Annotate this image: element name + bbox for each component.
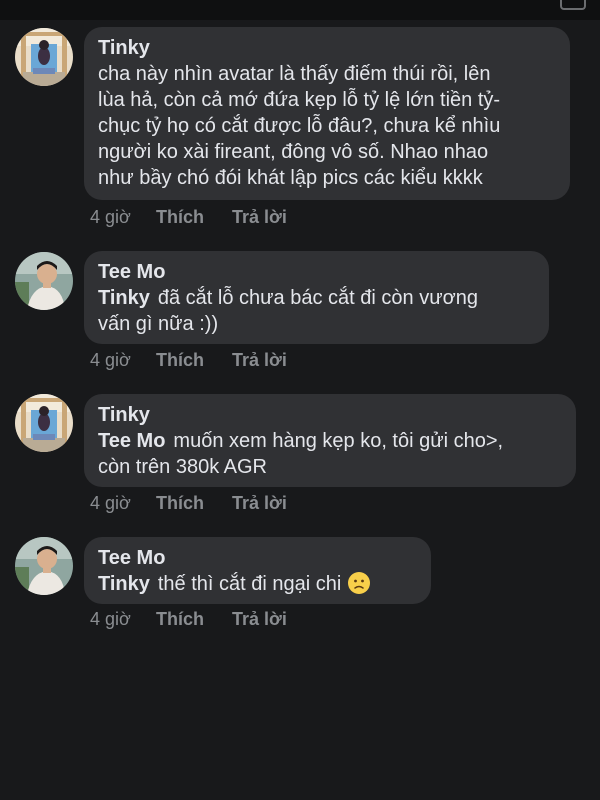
corner-icon — [560, 0, 586, 10]
top-edge — [0, 0, 600, 20]
comment-actions: 4 giờ Thích Trả lời — [90, 206, 287, 228]
comment-line: lùa hả, còn cả mớ đứa kẹp lỗ tỷ lệ lớn t… — [98, 89, 501, 111]
comment-line: chục tỷ họ có cắt được lỗ đâu?, chưa kể … — [98, 115, 501, 137]
comment-actions: 4 giờ Thích Trả lời — [90, 492, 287, 514]
comment-line-text: thế thì cắt đi ngại chi — [157, 573, 342, 595]
comment-author[interactable]: Tee Mo — [98, 546, 416, 571]
mention-link[interactable]: Tee Mo — [98, 430, 165, 452]
comment-author[interactable]: Tee Mo — [98, 260, 534, 285]
mention-link[interactable]: Tinky — [98, 287, 150, 309]
comment-line: cha này nhìn avatar là thấy điếm thúi rồ… — [98, 63, 491, 85]
avatar[interactable] — [15, 537, 73, 595]
comment-timestamp: 4 giờ — [90, 609, 131, 629]
comment-author[interactable]: Tinky — [98, 403, 561, 428]
comment-actions: 4 giờ Thích Trả lời — [90, 349, 287, 371]
reply-button[interactable]: Trả lời — [232, 492, 287, 514]
comment-author[interactable]: Tinky — [98, 36, 555, 61]
like-button[interactable]: Thích — [156, 608, 232, 630]
comment-text: Tinky thế thì cắt đi ngại chi — [98, 571, 416, 602]
comment-line-text: đã cắt lỗ chưa bác cắt đi còn vương — [157, 287, 478, 309]
comment-bubble: Tee Mo Tinky đã cắt lỗ chưa bác cắt đi cò… — [84, 251, 549, 344]
comment-line: như bầy chó đói khát lập pics các kiểu k… — [98, 167, 483, 189]
comment-line: còn trên 380k AGR — [98, 456, 267, 478]
reply-button[interactable]: Trả lời — [232, 206, 287, 228]
avatar[interactable] — [15, 394, 73, 452]
comment-line: Tee Mo muốn xem hàng kẹp ko, tôi gửi cho>… — [98, 428, 561, 454]
comment-text: Tinky đã cắt lỗ chưa bác cắt đi còn vương… — [98, 285, 534, 337]
comment-bubble: Tinky cha này nhìn avatar là thấy điếm t… — [84, 27, 570, 200]
comment-line: người ko xài fireant, đông vô số. Nhao n… — [98, 141, 489, 163]
comment-bubble: Tinky Tee Mo muốn xem hàng kẹp ko, tôi gử… — [84, 394, 576, 487]
like-button[interactable]: Thích — [156, 206, 232, 228]
avatar[interactable] — [15, 28, 73, 86]
comment-bubble: Tee Mo Tinky thế thì cắt đi ngại chi — [84, 537, 431, 604]
comment-text: cha này nhìn avatar là thấy điếm thúi rồ… — [98, 61, 555, 191]
comment-timestamp: 4 giờ — [90, 350, 131, 370]
comment-timestamp: 4 giờ — [90, 493, 131, 513]
comment-timestamp: 4 giờ — [90, 207, 131, 227]
comment-line: Tinky đã cắt lỗ chưa bác cắt đi còn vương — [98, 285, 534, 311]
avatar[interactable] — [15, 252, 73, 310]
mention-link[interactable]: Tinky — [98, 573, 150, 595]
comment-line: Tinky thế thì cắt đi ngại chi — [98, 571, 416, 602]
comment-text: Tee Mo muốn xem hàng kẹp ko, tôi gửi cho>… — [98, 428, 561, 480]
reply-button[interactable]: Trả lời — [232, 349, 287, 371]
comment-actions: 4 giờ Thích Trả lời — [90, 608, 287, 630]
comment-line-text: muốn xem hàng kẹp ko, tôi gửi cho>, — [173, 430, 504, 452]
slightly-frowning-face-icon — [347, 571, 371, 602]
comment-line: vấn gì nữa :)) — [98, 313, 219, 335]
reply-button[interactable]: Trả lời — [232, 608, 287, 630]
like-button[interactable]: Thích — [156, 349, 232, 371]
like-button[interactable]: Thích — [156, 492, 232, 514]
